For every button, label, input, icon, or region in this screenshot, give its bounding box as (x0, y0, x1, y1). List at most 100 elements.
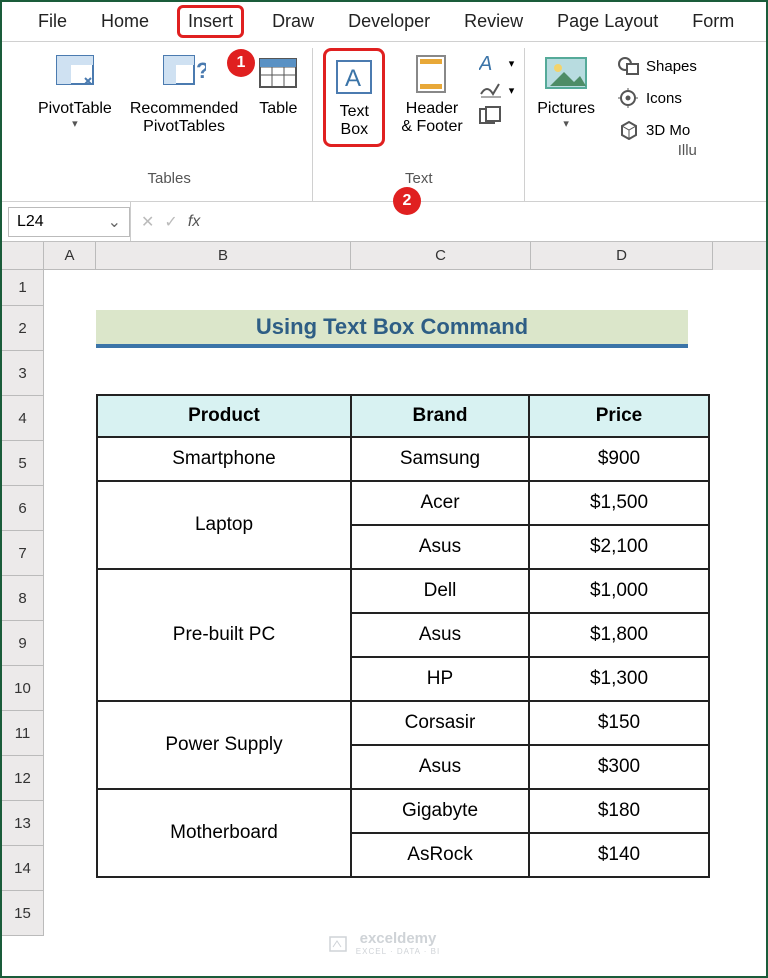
recommended-pivot-icon: ? (162, 52, 206, 96)
col-header-D[interactable]: D (531, 242, 713, 270)
cell-brand: Dell (351, 569, 529, 613)
cell-price: $900 (529, 437, 709, 481)
row-header-1[interactable]: 1 (2, 270, 44, 306)
recommended-pivot-button[interactable]: ? Recommended PivotTables (128, 48, 241, 141)
column-headers: A B C D (2, 242, 766, 270)
row-header-9[interactable]: 9 (2, 621, 44, 666)
row-header-3[interactable]: 3 (2, 351, 44, 396)
ribbon: PivotTable ▾ ? Recommended PivotTables T… (2, 42, 766, 202)
watermark-main: exceldemy (360, 930, 437, 947)
enter-icon[interactable]: ✓ (164, 212, 177, 232)
wordart-button[interactable]: A▾ (479, 52, 515, 74)
group-text-label: Text (405, 170, 433, 187)
row-header-13[interactable]: 13 (2, 801, 44, 846)
header-footer-button[interactable]: Header & Footer (399, 48, 464, 141)
menu-tab-file[interactable]: File (32, 5, 73, 38)
menu-tabs: File Home Insert Draw Developer Review Page La… (2, 2, 766, 42)
cell-product: Power Supply (97, 701, 351, 789)
cell-brand: Asus (351, 525, 529, 569)
row-header-11[interactable]: 11 (2, 711, 44, 756)
banner-title: Using Text Box Command (96, 310, 688, 348)
dropdown-caret-icon: ▾ (563, 118, 569, 131)
row-header-12[interactable]: 12 (2, 756, 44, 801)
cell-price: $150 (529, 701, 709, 745)
menu-tab-developer[interactable]: Developer (342, 5, 436, 38)
watermark: exceldemy EXCEL · DATA · BI (2, 930, 766, 956)
wordart-icon: A (479, 52, 503, 74)
watermark-icon (328, 933, 348, 953)
cell-brand: Acer (351, 481, 529, 525)
cell-brand: Asus (351, 745, 529, 789)
cell-price: $300 (529, 745, 709, 789)
sheet: A B C D 123456789101112131415 Using Text… (2, 242, 766, 936)
menu-tab-insert[interactable]: Insert (177, 5, 244, 38)
cell-brand: Asus (351, 613, 529, 657)
header-label: Header & Footer (401, 100, 462, 137)
table-icon (256, 52, 300, 96)
menu-tab-home[interactable]: Home (95, 5, 155, 38)
textbox-label: Text Box (340, 103, 369, 140)
col-header-B[interactable]: B (96, 242, 351, 270)
cell-price: $2,100 (529, 525, 709, 569)
row-header-14[interactable]: 14 (2, 846, 44, 891)
dropdown-caret-icon: ▾ (72, 118, 78, 131)
fx-icon[interactable]: fx (188, 213, 200, 231)
table-button[interactable]: Table (254, 48, 302, 122)
cell-region[interactable]: Using Text Box Command ProductBrandPrice… (44, 270, 766, 936)
name-box[interactable]: L24 ⌄ (8, 207, 130, 237)
svg-text:A: A (479, 53, 492, 74)
menu-tab-form[interactable]: Form (686, 5, 740, 38)
chevron-down-icon: ⌄ (108, 212, 121, 232)
col-header-A[interactable]: A (44, 242, 96, 270)
shapes-button[interactable]: Shapes (618, 56, 697, 76)
cancel-icon[interactable]: ✕ (141, 212, 154, 232)
pictures-button[interactable]: Pictures ▾ (535, 48, 597, 135)
ribbon-group-pictures: Pictures ▾ (525, 48, 608, 201)
cell-brand: Gigabyte (351, 789, 529, 833)
cell-product: Smartphone (97, 437, 351, 481)
menu-tab-draw[interactable]: Draw (266, 5, 320, 38)
icons-button[interactable]: Icons (618, 88, 697, 108)
annotation-marker-2: 2 (393, 187, 421, 215)
menu-tab-review[interactable]: Review (458, 5, 529, 38)
cell-brand: Samsung (351, 437, 529, 481)
ribbon-group-tables: PivotTable ▾ ? Recommended PivotTables T… (26, 48, 313, 201)
pivot-label: PivotTable (38, 100, 112, 118)
signature-button[interactable]: ▾ (479, 80, 515, 100)
pivottable-button[interactable]: PivotTable ▾ (36, 48, 114, 135)
object-button[interactable] (479, 106, 515, 126)
formula-input[interactable] (210, 202, 766, 241)
signature-icon (479, 80, 503, 100)
row-header-5[interactable]: 5 (2, 441, 44, 486)
recpivot-label: Recommended PivotTables (130, 100, 239, 137)
text-box-button[interactable]: A Text Box (323, 48, 385, 147)
cell-product: Motherboard (97, 789, 351, 877)
cell-price: $140 (529, 833, 709, 877)
header-footer-icon (410, 52, 454, 96)
3dmodels-button[interactable]: 3D Mo (618, 120, 697, 140)
watermark-sub: EXCEL · DATA · BI (356, 947, 440, 956)
name-box-value: L24 (17, 213, 44, 231)
data-table: ProductBrandPrice SmartphoneSamsung$900L… (96, 394, 710, 878)
object-icon (479, 106, 501, 126)
row-header-10[interactable]: 10 (2, 666, 44, 711)
cell-product: Laptop (97, 481, 351, 569)
formula-bar: L24 ⌄ ✕ ✓ fx (2, 202, 766, 242)
row-header-8[interactable]: 8 (2, 576, 44, 621)
pivottable-icon (53, 52, 97, 96)
cell-brand: HP (351, 657, 529, 701)
row-header-6[interactable]: 6 (2, 486, 44, 531)
menu-tab-page layout[interactable]: Page Layout (551, 5, 664, 38)
table-header: Product (97, 395, 351, 437)
select-all-cell[interactable] (2, 242, 44, 270)
svg-text:?: ? (196, 58, 206, 83)
pictures-icon (544, 52, 588, 96)
cell-price: $1,800 (529, 613, 709, 657)
cube-icon (618, 120, 640, 140)
row-header-2[interactable]: 2 (2, 306, 44, 351)
col-header-C[interactable]: C (351, 242, 531, 270)
row-header-7[interactable]: 7 (2, 531, 44, 576)
row-header-4[interactable]: 4 (2, 396, 44, 441)
svg-text:A: A (345, 65, 361, 92)
table-header: Brand (351, 395, 529, 437)
